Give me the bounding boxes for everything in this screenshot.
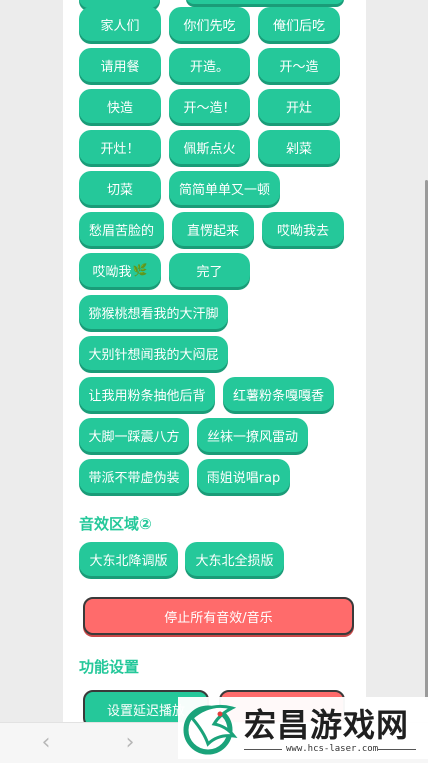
sound-button-partial-2[interactable] [186,0,344,4]
sound-button[interactable]: 开灶 [258,89,340,123]
sound-button[interactable]: 切菜 [79,171,161,205]
sound-button[interactable]: 开～造 [258,48,340,82]
section-title-sfx-2: 音效区域② [79,515,152,533]
sound-button[interactable]: 雨姐说唱rap [197,459,290,493]
watermark-title: 宏昌游戏网 [244,706,410,744]
sound-button[interactable]: 带派不带虚伪装 [79,459,189,493]
sound-button[interactable]: 红薯粉条嘎嘎香 [223,377,334,411]
sound-button-label: 哎呦我 [92,264,132,280]
sound-button[interactable]: 俺们后吃 [258,7,340,41]
sound-button[interactable]: 大东北全损版 [185,542,284,576]
sound-button[interactable]: 快造 [79,89,161,123]
sound-button[interactable]: 你们先吃 [169,7,250,41]
watermark-url: www.hcs-laser.com [286,744,379,754]
sound-button[interactable]: 直愣起来 [172,212,254,246]
stop-all-button[interactable]: 停止所有音效/音乐 [83,597,354,635]
section-title-settings: 功能设置 [79,658,140,676]
sound-button[interactable]: 开～造！ [169,89,250,123]
sound-button[interactable]: 家人们 [79,7,161,41]
sound-button[interactable]: 哎呦我 🌿 [79,253,161,287]
watermark-line [244,749,282,750]
sound-button[interactable]: 开灶！ [79,130,161,164]
sound-button[interactable]: 愁眉苦脸的 [79,212,164,246]
sound-button[interactable]: 剁菜 [258,130,340,164]
sound-button[interactable]: 大脚一踩震八方 [79,418,189,452]
sound-button[interactable]: 大东北降调版 [79,542,178,576]
sound-button[interactable]: 开造。 [169,48,250,82]
sound-button[interactable]: 丝袜一撩风雷动 [197,418,308,452]
sound-button[interactable]: 哎呦我去 [262,212,344,246]
sound-button[interactable]: 猕猴桃想看我的大汗脚 [79,295,228,329]
watermark-logo-icon [183,704,238,755]
sound-button[interactable]: 佩斯点火 [169,130,250,164]
sound-button[interactable]: 让我用粉条抽他后背 [79,377,215,411]
sound-button[interactable]: 请用餐 [79,48,161,82]
leaf-icon: 🌿 [132,263,148,277]
watermark-line [378,749,416,750]
sound-button[interactable]: 简简单单又一顿 [169,171,280,205]
sound-button[interactable]: 完了 [169,253,250,287]
back-arrow-icon[interactable]: ‹ [34,730,58,755]
sound-button[interactable]: 大别针想闻我的大闷屁 [79,336,228,370]
forward-arrow-icon[interactable]: › [118,730,142,755]
